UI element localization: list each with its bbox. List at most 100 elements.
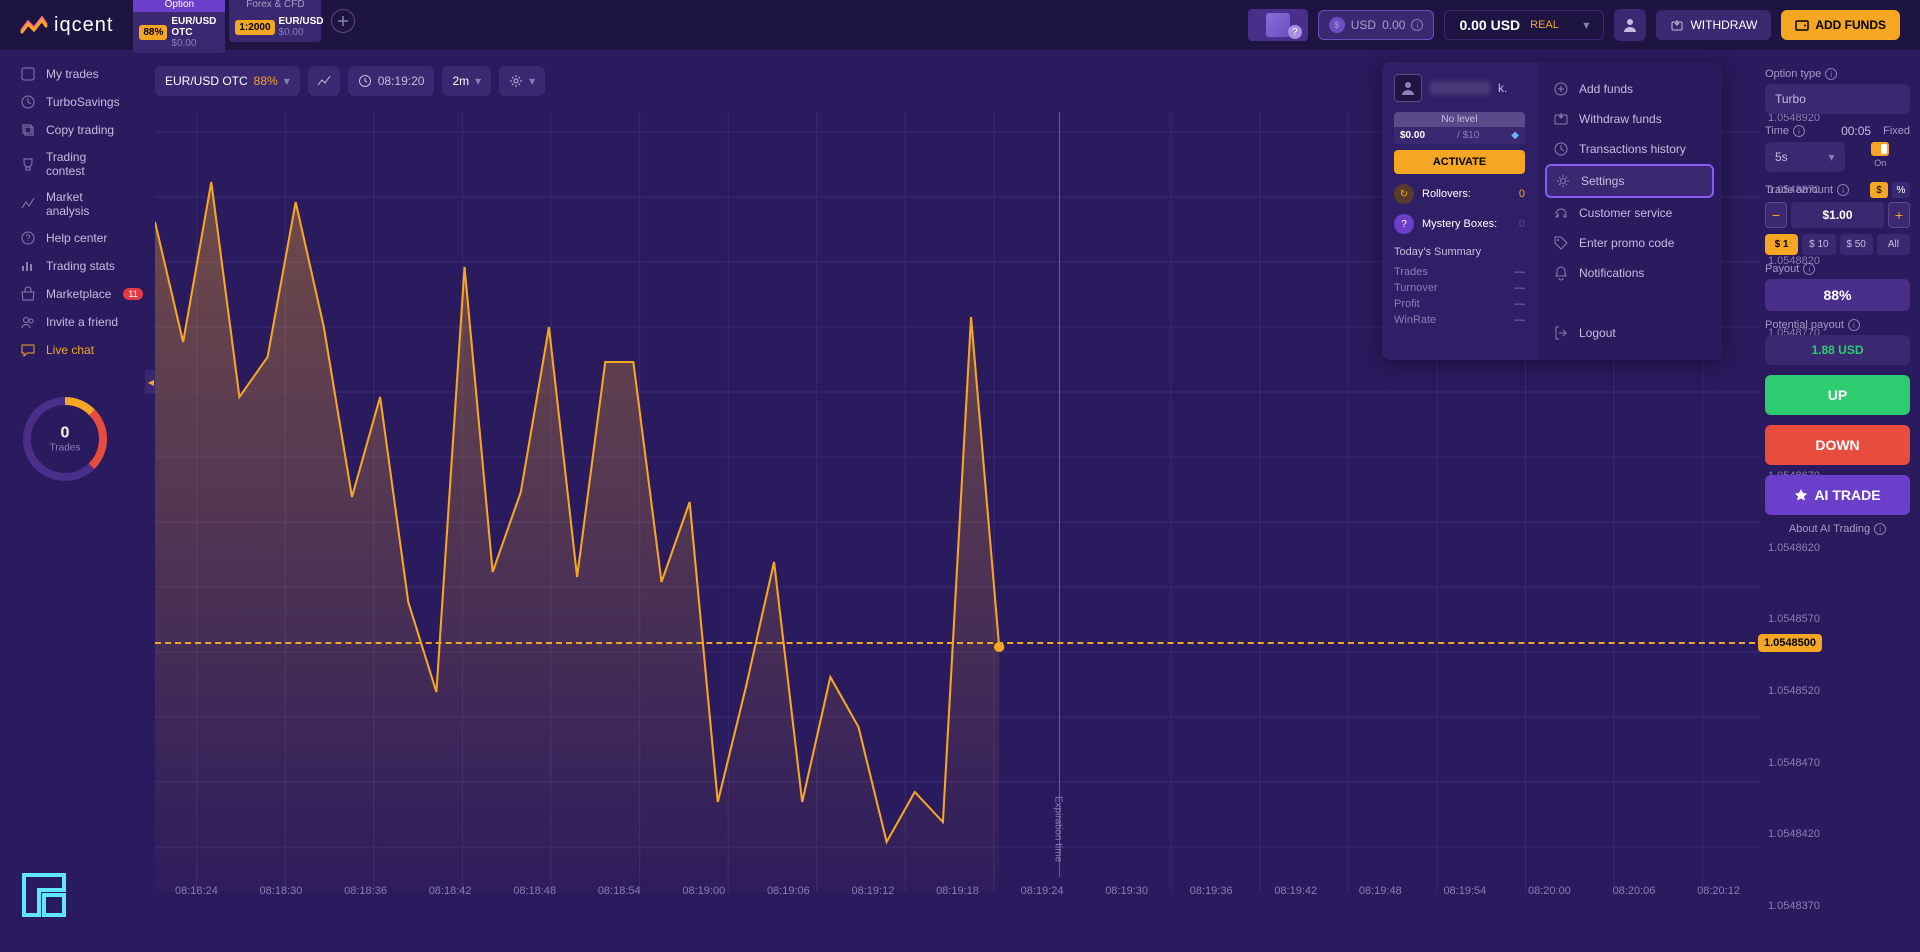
sidebar-item-contest[interactable]: Trading contest [0, 144, 145, 184]
sidebar-item-help[interactable]: ?Help center [0, 224, 145, 252]
x-tick: 08:19:12 [852, 885, 895, 897]
amount-minus-button[interactable]: − [1765, 202, 1787, 228]
info-icon[interactable]: i [1825, 68, 1837, 80]
trades-count: 0 [50, 425, 81, 443]
ai-trade-label: AI TRADE [1814, 487, 1880, 503]
sidebar-item-marketplace[interactable]: Marketplace11 [0, 280, 145, 308]
summary-turnover: Turnover— [1394, 280, 1525, 296]
y-tick: 1.0548570 [1768, 613, 1820, 625]
profile-button[interactable] [1614, 9, 1646, 41]
menu-withdraw[interactable]: Withdraw funds [1545, 104, 1714, 134]
buy-down-button[interactable]: DOWN [1765, 425, 1910, 465]
info-icon[interactable]: i [1793, 125, 1805, 137]
menu-notifications[interactable]: Notifications [1545, 258, 1714, 288]
expiration-label: Expiration time [1053, 796, 1064, 862]
sidebar-item-copy-trading[interactable]: Copy trading [0, 116, 145, 144]
buy-up-button[interactable]: UP [1765, 375, 1910, 415]
sidebar-item-analysis[interactable]: Market analysis [0, 184, 145, 224]
menu-label: Customer service [1579, 206, 1672, 220]
preset-all-button[interactable]: All [1877, 234, 1910, 255]
sidebar-item-livechat[interactable]: Live chat [0, 336, 145, 364]
asset-selector[interactable]: EUR/USD OTC 88% ▾ [155, 66, 300, 96]
asset-tab-forex[interactable]: Forex & CFD 1:2000 EUR/USD $0.00 [229, 0, 321, 53]
ai-icon [1794, 488, 1808, 502]
about-ai-link[interactable]: About AI Tradingi [1765, 523, 1910, 535]
option-type-select[interactable]: Turbo [1765, 84, 1910, 114]
x-tick: 08:19:18 [936, 885, 979, 897]
add-funds-button[interactable]: ADD FUNDS [1781, 10, 1900, 40]
chart-type-button[interactable] [308, 66, 340, 96]
x-tick: 08:20:00 [1528, 885, 1571, 897]
menu-logout[interactable]: Logout [1545, 318, 1714, 348]
sidebar-label: My trades [46, 67, 99, 81]
x-tick: 08:19:24 [1021, 885, 1064, 897]
menu-settings[interactable]: Settings [1545, 164, 1714, 198]
menu-add-funds[interactable]: Add funds [1545, 74, 1714, 104]
level-progress-box: No level $0.00 / $10 ◆ [1394, 112, 1525, 144]
preset-1-button[interactable]: $ 1 [1765, 234, 1798, 255]
preset-50-button[interactable]: $ 50 [1840, 234, 1873, 255]
asset-tab-option[interactable]: Option 88% EUR/USD OTC $0.00 [133, 0, 225, 53]
logo[interactable]: iqcent [20, 14, 113, 37]
add-asset-button[interactable] [331, 9, 355, 33]
sidebar-item-turbosavings[interactable]: TurboSavings [0, 88, 145, 116]
asset-selector-name: EUR/USD OTC [165, 74, 248, 88]
fixed-toggle[interactable]: On [1851, 142, 1911, 172]
menu-label: Settings [1581, 174, 1624, 188]
menu-customer-service[interactable]: Customer service [1545, 198, 1714, 228]
logo-icon [20, 16, 48, 34]
savings-icon [20, 94, 36, 110]
tag-icon [1553, 235, 1569, 251]
y-tick: 1.0548620 [1768, 542, 1820, 554]
menu-label: Withdraw funds [1579, 112, 1662, 126]
marketplace-icon [20, 286, 36, 302]
amount-plus-button[interactable]: + [1888, 202, 1910, 228]
time-select[interactable]: 5s▾ [1765, 142, 1845, 172]
ai-trade-button[interactable]: AI TRADE [1765, 475, 1910, 515]
current-price-line [155, 642, 1765, 644]
x-tick: 08:19:48 [1359, 885, 1402, 897]
info-icon[interactable]: i [1837, 184, 1849, 196]
timeframe-selector[interactable]: 2m ▾ [442, 66, 491, 96]
sidebar-item-my-trades[interactable]: My trades [0, 60, 145, 88]
balance-amount: 0.00 USD [1459, 17, 1520, 33]
payout-label: Payouti [1765, 263, 1910, 275]
watermark-logo [14, 865, 76, 927]
asset-price: $0.00 [279, 27, 324, 38]
info-icon[interactable]: i [1803, 263, 1815, 275]
menu-transactions[interactable]: Transactions history [1545, 134, 1714, 164]
mystery-box-button[interactable]: ? [1248, 9, 1308, 41]
headset-icon [1553, 205, 1569, 221]
unit-dollar-button[interactable]: $ [1870, 182, 1888, 198]
rollovers-value: 0 [1519, 188, 1525, 200]
withdraw-button[interactable]: WITHDRAW [1656, 10, 1771, 40]
asset-price: $0.00 [171, 38, 219, 49]
trade-panel: Option typei Turbo Timei 00:05 Fixed 5s▾… [1765, 60, 1910, 535]
info-icon[interactable]: i [1848, 319, 1860, 331]
x-tick: 08:18:42 [429, 885, 472, 897]
summary-trades: Trades— [1394, 264, 1525, 280]
chart-time-display: 08:19:20 [348, 66, 435, 96]
asset-leverage-badge: 1:2000 [235, 20, 274, 35]
logo-text: iqcent [54, 14, 113, 37]
chart-settings-button[interactable]: ▾ [499, 66, 545, 96]
amount-input[interactable]: $1.00 [1791, 202, 1884, 228]
sidebar-item-stats[interactable]: Trading stats [0, 252, 145, 280]
potential-label: Potential payouti [1765, 319, 1910, 331]
bonus-icon: $ [1329, 17, 1345, 33]
sidebar-label: Copy trading [46, 123, 114, 137]
balance-selector[interactable]: 0.00 USD REAL ▾ [1444, 10, 1604, 40]
logout-icon [1553, 325, 1569, 341]
marketplace-badge: 11 [123, 288, 142, 300]
bonus-balance[interactable]: $ USD 0.00 i [1318, 10, 1435, 40]
profile-dropdown: k. No level $0.00 / $10 ◆ ACTIVATE ↻ Rol… [1382, 62, 1722, 360]
menu-promo[interactable]: Enter promo code [1545, 228, 1714, 258]
svg-text:?: ? [25, 233, 30, 243]
expiration-line [1059, 112, 1060, 877]
unit-percent-button[interactable]: % [1892, 182, 1910, 198]
profile-user-row: k. [1394, 74, 1525, 102]
chevron-down-icon: ▾ [284, 74, 290, 88]
sidebar-item-invite[interactable]: Invite a friend [0, 308, 145, 336]
activate-button[interactable]: ACTIVATE [1394, 150, 1525, 174]
preset-10-button[interactable]: $ 10 [1802, 234, 1835, 255]
